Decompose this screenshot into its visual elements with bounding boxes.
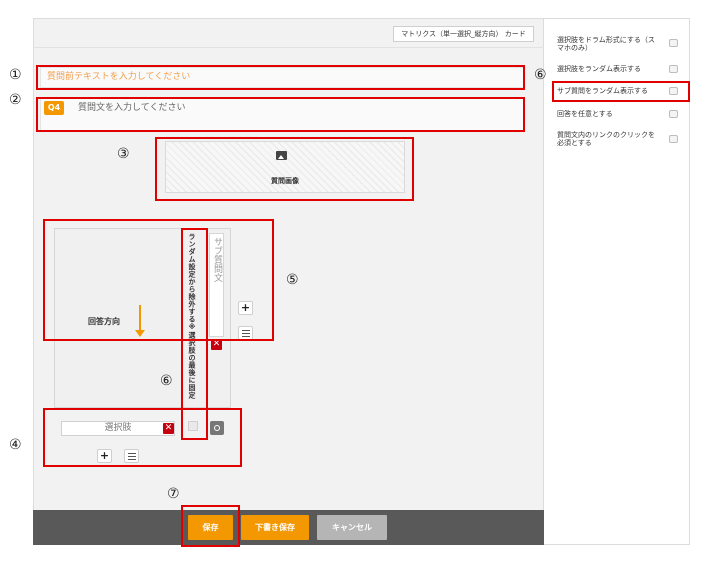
marker-7: ⑦	[167, 486, 180, 502]
question-type-label: マトリクス（単一選択_縦方向） カード	[393, 26, 534, 42]
marker-3: ③	[117, 146, 130, 162]
marker-6-options: ⑥	[534, 67, 547, 83]
marker-5: ⑤	[286, 272, 299, 288]
option-optional-label: 回答を任意とする	[557, 110, 613, 118]
highlight-pre-text	[36, 65, 525, 90]
option-drum-label: 選択肢をドラム形式にする（スマホのみ）	[557, 36, 655, 52]
highlight-sub-question	[43, 219, 274, 341]
cancel-button[interactable]: キャンセル	[317, 515, 387, 540]
marker-6-matrix: ⑥	[160, 373, 173, 389]
marker-4: ④	[9, 437, 22, 453]
highlight-image	[155, 137, 414, 201]
highlight-random-subquestion-option	[552, 81, 690, 102]
option-drum-checkbox[interactable]	[669, 39, 678, 47]
highlight-question-text	[36, 97, 525, 132]
question-editor: マトリクス（単一選択_縦方向） カード 質問前テキストを入力してください Q4 …	[0, 0, 702, 570]
highlight-choice	[43, 408, 242, 467]
option-link-click-checkbox[interactable]	[669, 135, 678, 143]
option-link-click-label: 質問文内のリンクのクリックを必須とする	[557, 131, 655, 147]
option-random-choice-label: 選択肢をランダム表示する	[557, 65, 641, 73]
header-divider	[33, 47, 544, 48]
option-optional-checkbox[interactable]	[669, 110, 678, 118]
highlight-save	[181, 505, 240, 547]
draft-save-button[interactable]: 下書き保存	[241, 515, 309, 540]
option-random-choice-checkbox[interactable]	[669, 65, 678, 73]
marker-2: ②	[9, 92, 22, 108]
marker-1: ①	[9, 67, 22, 83]
